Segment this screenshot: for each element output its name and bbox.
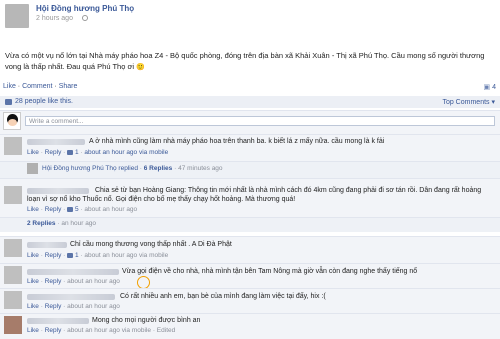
thumbs-up-icon (67, 252, 74, 258)
comment-count-value: 4 (492, 84, 496, 91)
comment-meta: Like · Reply · about an hour ago (27, 303, 120, 310)
commenter-name[interactable] (27, 294, 115, 300)
comment-time: about an hour ago (67, 303, 120, 310)
comment-like-link[interactable]: Like (27, 278, 39, 285)
comment-meta: Like · Reply · about an hour ago (27, 278, 120, 285)
top-comments-label: Top Comments (442, 99, 490, 106)
post-time[interactable]: 2 hours ago (36, 15, 73, 22)
separator: · (40, 149, 43, 156)
post-actions: Like · Comment · Share (3, 83, 77, 90)
commenter-name[interactable] (27, 139, 85, 145)
separator: · (80, 149, 83, 156)
reply-summary-text: 2 Replies · an hour ago (27, 220, 96, 227)
commenter-name[interactable] (27, 242, 67, 248)
reply-summary-text: Hội Đồng hương Phú Thọ replied · 6 Repli… (42, 165, 223, 172)
comment-reply-link[interactable]: Reply (45, 149, 62, 156)
current-user-avatar (3, 112, 21, 130)
post-globe-icon (82, 15, 88, 21)
comment-text: Có rất nhiều anh em, bạn bè của mình đan… (120, 293, 326, 300)
commenter-name[interactable] (27, 269, 119, 275)
likes-count[interactable]: 28 people like this. (15, 98, 73, 105)
comment-time[interactable]: about an hour ago via mobile (84, 149, 168, 156)
comment-like-link[interactable]: Like (27, 206, 39, 213)
comment-count-icon: ▣ (483, 84, 491, 91)
share-link[interactable]: Share (59, 83, 78, 90)
comment-reply-link[interactable]: Reply (45, 303, 62, 310)
separator: · (63, 327, 66, 334)
comment-reply-link[interactable]: Reply (45, 327, 62, 334)
comment-likes-count[interactable]: 1 (75, 149, 79, 156)
separator: · (63, 252, 66, 259)
comment-meta: Like · Reply · 5 · about an hour ago (27, 206, 137, 213)
separator: · (40, 206, 43, 213)
thumbs-up-icon (67, 206, 74, 212)
comment-time: about an hour ago via mobile (84, 252, 169, 259)
separator: · (40, 252, 43, 259)
commenter-avatar[interactable] (4, 316, 22, 334)
page-avatar[interactable] (5, 4, 29, 28)
top-comments-dropdown[interactable]: Top Comments ▾ (442, 98, 495, 106)
comment-text: Vừa gọi điện về cho nhà, nhà mình tận bê… (122, 268, 418, 275)
comment-likes-count[interactable]: 1 (75, 252, 79, 259)
separator: · (17, 83, 21, 90)
separator: · (63, 149, 66, 156)
replies-link[interactable]: 2 Replies (27, 220, 56, 227)
thumbs-up-icon (5, 99, 12, 105)
separator: · (80, 252, 83, 259)
reply-author-avatar (27, 163, 38, 174)
separator: · (54, 83, 57, 90)
like-link[interactable]: Like (3, 83, 16, 90)
separator: · (40, 303, 43, 310)
comment-meta: Like · Reply · about an hour ago via mob… (27, 327, 175, 334)
comment-reply-link[interactable]: Reply (45, 278, 62, 285)
comment-like-link[interactable]: Like (27, 303, 39, 310)
comment-text: Chỉ cầu mong thương vong thấp nhất . A D… (70, 241, 232, 248)
post-author[interactable]: Hội Đồng hương Phú Thọ (36, 4, 134, 13)
comment-meta: Like · Reply · 1 · about an hour ago via… (27, 252, 168, 259)
post-text: Vừa có một vụ nổ lớn tại Nhà máy pháo ho… (5, 51, 485, 71)
reply-time: an hour ago (61, 220, 97, 227)
comment-edited[interactable]: Edited (157, 327, 175, 334)
thumbs-up-icon (67, 149, 74, 155)
commenter-avatar[interactable] (4, 239, 22, 257)
comment-time: about an hour ago via mobile (67, 327, 151, 334)
commenter-avatar[interactable] (4, 291, 22, 309)
comment-likes-count[interactable]: 5 (75, 206, 79, 213)
commenter-avatar[interactable] (4, 137, 22, 155)
separator: · (40, 278, 43, 285)
comment-count[interactable]: ▣ 4 (484, 83, 496, 91)
commenter-avatar[interactable] (4, 266, 22, 284)
replies-link[interactable]: 6 Replies (144, 165, 173, 172)
commenter-name[interactable] (27, 318, 89, 324)
separator: · (63, 206, 66, 213)
separator: · (174, 165, 177, 172)
comment-reply-link[interactable]: Reply (45, 252, 62, 259)
comment-text: A ở nhà mình cũng làm nhà máy pháo hoa t… (89, 138, 385, 145)
reply-time: 47 minutes ago (178, 165, 223, 172)
comment-text: Chia sẻ từ bạn Hoàng Giang: Thông tin mớ… (27, 187, 482, 203)
separator: · (139, 165, 142, 172)
separator: · (63, 303, 66, 310)
comment-link[interactable]: Comment (22, 83, 52, 90)
comment-input[interactable]: Write a comment... (25, 116, 495, 126)
reply-author[interactable]: Hội Đồng hương Phú Thọ replied (42, 165, 138, 172)
comment-meta: Like · Reply · 1 · about an hour ago via… (27, 149, 168, 156)
likes-bar (0, 96, 500, 108)
comment-time: about an hour ago (84, 206, 138, 213)
comment-like-link[interactable]: Like (27, 327, 39, 334)
smiley-icon: 🙂 (136, 64, 145, 71)
separator: · (152, 327, 155, 334)
chevron-down-icon: ▾ (491, 99, 495, 106)
separator: · (80, 206, 83, 213)
separator: · (57, 220, 60, 227)
comment-like-link[interactable]: Like (27, 149, 39, 156)
comment-reply-link[interactable]: Reply (45, 206, 62, 213)
post-body: Vừa có một vụ nổ lớn tại Nhà máy pháo ho… (5, 50, 495, 73)
separator: · (63, 278, 66, 285)
comment-time: about an hour ago (67, 278, 120, 285)
commenter-avatar[interactable] (4, 186, 22, 204)
separator: · (40, 327, 43, 334)
comment-text: Mong cho mọi người được bình an (92, 317, 201, 324)
comment-like-link[interactable]: Like (27, 252, 39, 259)
